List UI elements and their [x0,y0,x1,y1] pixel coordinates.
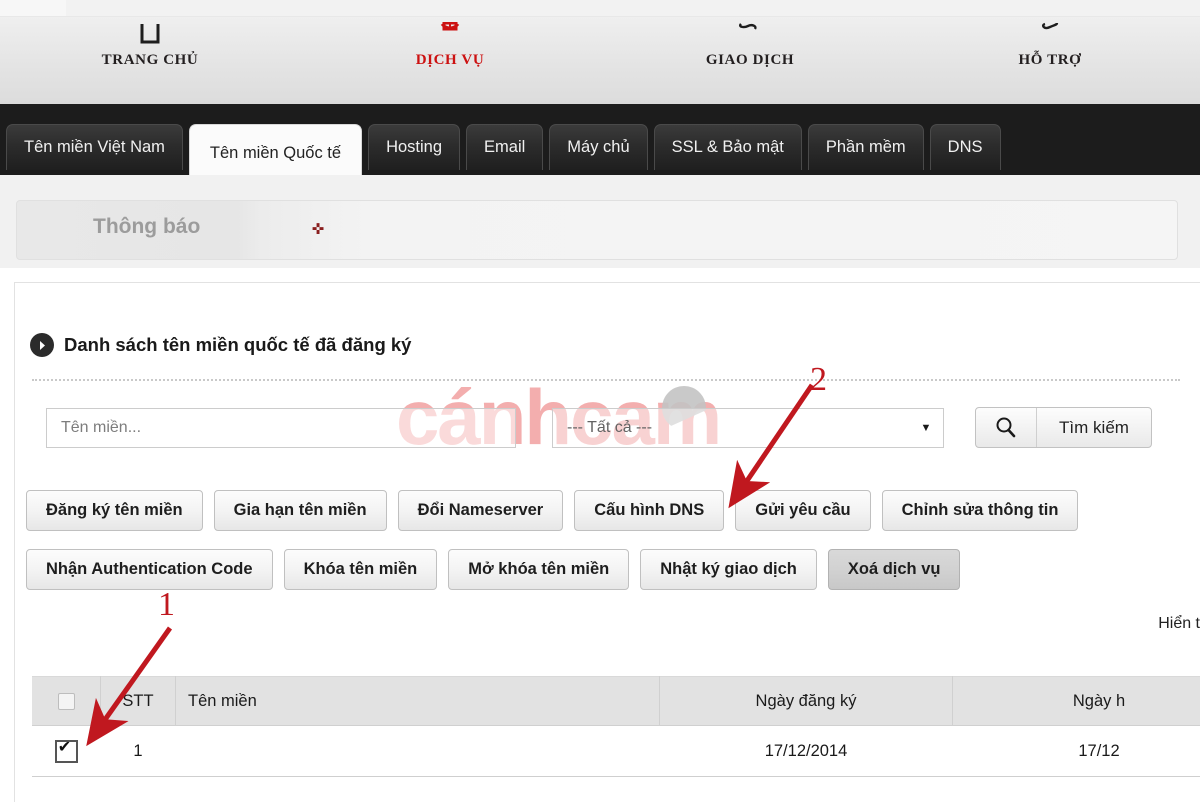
tab-email[interactable]: Email [466,124,543,170]
btn-label: Xoá dịch vụ [848,560,941,579]
btn-label: Gia hạn tên miền [234,501,367,520]
btn-label: Khóa tên miền [304,560,418,579]
nav-label-trang-chu: TRANG CHỦ [0,52,300,69]
btn-khoa-ten-mien[interactable]: Khóa tên miền [284,549,438,590]
filter-select[interactable]: --- Tất cả --- ▼ [552,408,944,448]
support-icon [900,20,1200,46]
btn-nhan-authentication-code[interactable]: Nhận Authentication Code [26,549,273,590]
nav-item-giao-dich[interactable]: GIAO DỊCH [600,16,900,69]
row-register-date: 17/12/2014 [660,726,953,777]
btn-label: Cấu hình DNS [594,501,704,520]
action-button-row-1: Đăng ký tên miền Gia hạn tên miền Đổi Na… [26,490,1078,531]
btn-label: Đổi Nameserver [418,501,544,520]
tab-ten-mien-quoc-te[interactable]: Tên miền Quốc tế [189,124,362,182]
btn-label: Nhật ký giao dịch [660,560,797,579]
chevron-down-icon: ▼ [909,422,943,434]
services-icon [300,20,600,46]
table-row[interactable]: 1 17/12/2014 17/12 [32,726,1200,777]
btn-gui-yeu-cau[interactable]: Gửi yêu cầu [735,490,870,531]
header-select-all[interactable] [32,677,101,726]
tab-label: Hosting [386,138,442,157]
service-tabs: Tên miền Việt Nam Tên miền Quốc tế Hosti… [6,124,1001,170]
btn-mo-khoa-ten-mien[interactable]: Mở khóa tên miền [448,549,629,590]
btn-dang-ky-ten-mien[interactable]: Đăng ký tên miền [26,490,203,531]
header-domain: Tên miền [176,677,660,726]
header-register-date: Ngày đăng ký [660,677,953,726]
row-domain [176,726,660,777]
header-stt: STT [101,677,176,726]
search-button[interactable]: Tìm kiếm [975,407,1152,448]
notification-box[interactable]: Thông báo ✜ [16,200,1178,260]
btn-chinh-sua-thong-tin[interactable]: Chỉnh sửa thông tin [882,490,1079,531]
tab-hosting[interactable]: Hosting [368,124,460,170]
tab-label: Tên miền Việt Nam [24,138,165,157]
tab-dns[interactable]: DNS [930,124,1001,170]
tab-label: Tên miền Quốc tế [210,144,341,163]
tab-may-chu[interactable]: Máy chủ [549,124,647,170]
search-toolbar: --- Tất cả --- ▼ Tìm kiếm [46,408,1176,448]
row-expire-date: 17/12 [953,726,1200,777]
top-navigation-bar: TRANG CHỦ DỊCH VỤ GIAO DỊCH [0,0,1200,110]
section-header: Danh sách tên miền quốc tế đã đăng ký [30,333,411,357]
btn-label: Nhận Authentication Code [46,560,253,579]
arrow-right-circle-icon [30,333,54,357]
btn-label: Đăng ký tên miền [46,501,183,520]
notification-marker-icon: ✜ [311,223,325,237]
select-all-checkbox[interactable] [58,693,75,710]
btn-label: Mở khóa tên miền [468,560,609,579]
row-stt: 1 [101,726,176,777]
page-title: Danh sách tên miền quốc tế đã đăng ký [64,334,411,356]
btn-label: Gửi yêu cầu [755,501,850,520]
btn-nhat-ky-giao-dich[interactable]: Nhật ký giao dịch [640,549,817,590]
nav-item-dich-vu[interactable]: DỊCH VỤ [300,16,600,69]
transaction-icon [600,20,900,46]
btn-gia-han-ten-mien[interactable]: Gia hạn tên miền [214,490,387,531]
row-select-cell[interactable] [32,726,101,777]
row-checkbox[interactable] [55,740,78,763]
notification-label: Thông báo [93,215,200,239]
btn-xoa-dich-vu[interactable]: Xoá dịch vụ [828,549,961,590]
tab-ssl-bao-mat[interactable]: SSL & Bảo mật [654,124,802,170]
display-count-note: Hiển t [1158,615,1200,633]
tab-label: DNS [948,138,983,157]
action-button-row-2: Nhận Authentication Code Khóa tên miền M… [26,549,960,590]
nav-item-trang-chu[interactable]: TRANG CHỦ [0,16,300,69]
domain-search-input[interactable] [46,408,516,448]
nav-label-dich-vu: DỊCH VỤ [300,52,600,69]
section-divider [32,379,1180,381]
tab-label: Email [484,138,525,157]
nav-label-giao-dich: GIAO DỊCH [600,52,900,69]
tab-label: Phần mềm [826,138,906,157]
tabbar-underline [0,175,1200,182]
btn-cau-hinh-dns[interactable]: Cấu hình DNS [574,490,724,531]
table-header-row: STT Tên miền Ngày đăng ký Ngày h [32,677,1200,726]
nav-item-ho-tro[interactable]: HỖ TRỢ [900,16,1200,69]
btn-doi-nameserver[interactable]: Đổi Nameserver [398,490,564,531]
btn-label: Chỉnh sửa thông tin [902,501,1059,520]
domain-table: STT Tên miền Ngày đăng ký Ngày h 1 17/12… [32,676,1200,777]
search-button-label: Tìm kiếm [1037,418,1151,438]
topnav-items: TRANG CHỦ DỊCH VỤ GIAO DỊCH [0,16,1200,104]
notification-area: Thông báo ✜ [0,182,1200,268]
nav-label-ho-tro: HỖ TRỢ [900,52,1200,69]
tab-ten-mien-viet-nam[interactable]: Tên miền Việt Nam [6,124,183,170]
magnifier-icon [976,408,1037,447]
tab-phan-mem[interactable]: Phần mềm [808,124,924,170]
tab-label: Máy chủ [567,138,629,157]
filter-select-value: --- Tất cả --- [553,419,909,437]
tab-label: SSL & Bảo mật [672,138,784,157]
header-expire-date: Ngày h [953,677,1200,726]
home-icon [0,20,300,46]
service-tab-bar: Tên miền Việt Nam Tên miền Quốc tế Hosti… [0,110,1200,182]
